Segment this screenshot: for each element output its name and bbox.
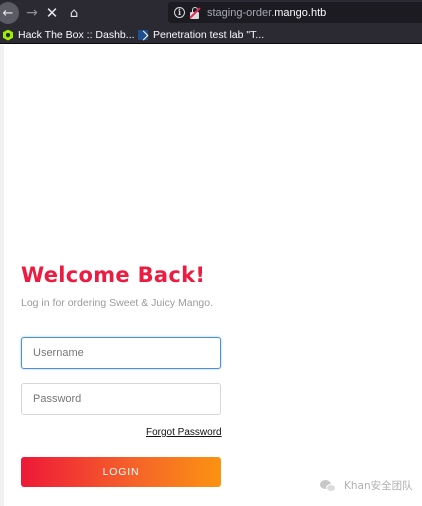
info-icon[interactable]: i <box>174 7 185 18</box>
url-subdomain: staging-order. <box>207 6 275 19</box>
back-arrow-icon[interactable]: ← <box>0 2 19 24</box>
bookmarks-bar: Hack The Box :: Dashb... Penetration tes… <box>0 26 422 44</box>
address-bar[interactable]: i staging-order.mango.htb <box>168 2 422 23</box>
browser-toolbar: ← → ✕ ⌂ i staging-order.mango.htb <box>0 0 422 26</box>
bookmark-label: Hack The Box :: Dashb... <box>18 29 135 41</box>
watermark-text: Khan安全团队 <box>344 480 413 492</box>
insecure-lock-icon[interactable] <box>189 6 201 19</box>
bookmark-label: Penetration test lab "T... <box>153 29 265 41</box>
bookmark-pentest-lab[interactable]: Penetration test lab "T... <box>138 28 264 42</box>
forgot-password-link[interactable]: Forgot Password <box>146 427 222 438</box>
pentest-lab-icon <box>138 30 148 40</box>
wechat-icon <box>320 479 338 493</box>
username-input[interactable] <box>21 337 221 369</box>
url-host: mango.htb <box>274 6 327 19</box>
page-left-edge <box>0 45 4 506</box>
login-button[interactable]: LOGIN <box>21 457 221 487</box>
page-title: Welcome Back! <box>21 263 206 287</box>
home-icon[interactable]: ⌂ <box>63 2 85 24</box>
password-input[interactable] <box>21 383 221 415</box>
url-text[interactable]: staging-order.mango.htb <box>207 7 326 19</box>
forward-arrow-icon[interactable]: → <box>21 2 43 24</box>
page-subtitle: Log in for ordering Sweet & Juicy Mango. <box>21 297 214 309</box>
bookmark-hackthebox[interactable]: Hack The Box :: Dashb... <box>3 28 135 42</box>
stop-icon[interactable]: ✕ <box>41 2 63 24</box>
watermark: Khan安全团队 <box>320 478 413 493</box>
hackthebox-icon <box>3 29 13 41</box>
